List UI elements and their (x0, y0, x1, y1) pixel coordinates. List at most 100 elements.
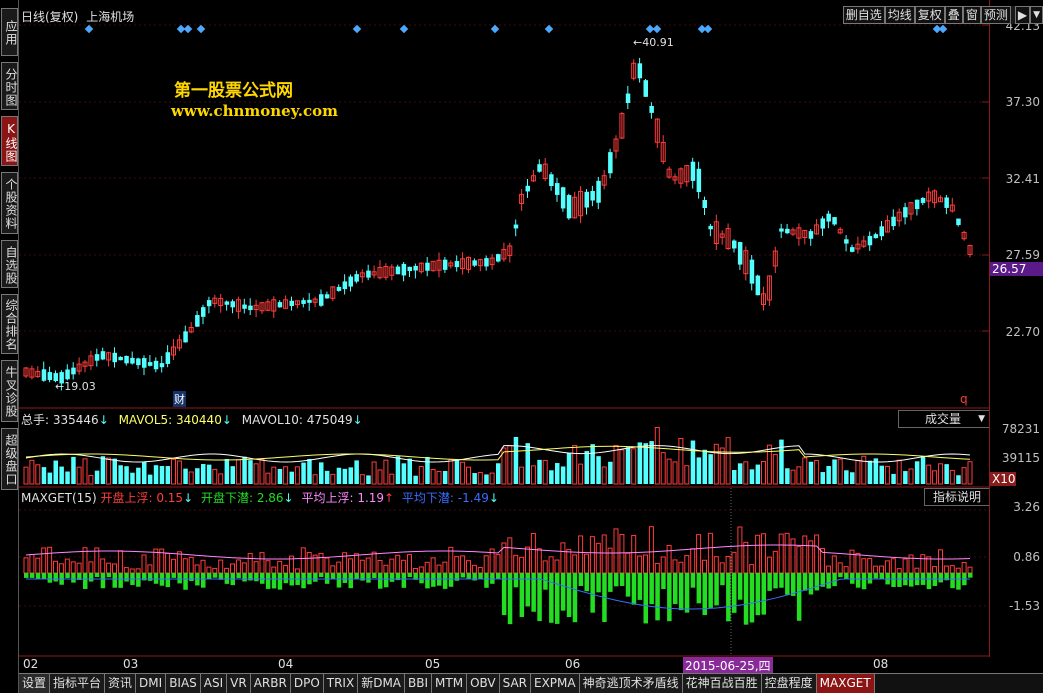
indicator-tab[interactable]: SAR (499, 674, 531, 693)
candle-body (136, 358, 141, 366)
remove-watchlist-button[interactable]: 删自选 (842, 6, 885, 24)
indicator-up-bar (235, 559, 241, 574)
indicator-up-bar (395, 554, 401, 574)
indicator-tab[interactable]: ASI (200, 674, 228, 693)
indicator-down-bar (71, 573, 76, 583)
indicator-down-bar (177, 573, 182, 584)
candle-body (41, 369, 47, 381)
indicator-up-bar (359, 559, 365, 574)
volume-bar (472, 473, 477, 484)
ma-button[interactable]: 均线 (884, 6, 915, 24)
volume-bar (779, 439, 784, 484)
play-arrow-icon[interactable]: ▶ (1014, 6, 1031, 24)
indicator-up-bar (896, 568, 902, 574)
indicator-up-bar (814, 534, 820, 574)
tab-ranking[interactable]: 综合排名 (1, 294, 18, 354)
indicator-down-bar (619, 573, 625, 586)
watermark-title: 第一股票公式网 (174, 81, 293, 101)
finance-marker[interactable]: 财 (173, 391, 186, 407)
indicator-down-bar (41, 573, 47, 580)
adjust-button[interactable]: 复权 (914, 6, 945, 24)
indicator-tab[interactable]: 花神百战百胜 (682, 674, 762, 693)
indicator-up-bar (796, 546, 802, 574)
indicator-tab[interactable]: MAXGET (816, 674, 875, 693)
candle-body (71, 367, 76, 375)
indicator-tab[interactable]: 指标平台 (50, 674, 106, 693)
volume-bar (277, 468, 283, 484)
indicator-down-bar (65, 573, 70, 579)
indicator-tab[interactable]: 设置 (19, 674, 51, 693)
tab-apps[interactable]: 应用 (1, 8, 18, 56)
indicator-tab[interactable]: VR (227, 674, 251, 693)
indicator-tab[interactable]: OBV (467, 674, 500, 693)
indicator-up-bar (731, 551, 737, 574)
tab-diagnose[interactable]: 牛叉诊股 (1, 360, 18, 422)
chevron-down-icon[interactable]: ▼ (1030, 6, 1043, 24)
volume-bar (413, 475, 418, 484)
indicator-up-bar (955, 567, 961, 574)
indicator-tab[interactable]: MTM (432, 674, 468, 693)
event-diamond (399, 24, 409, 34)
indicator-tab[interactable]: BBI (405, 674, 433, 693)
indicator-header: MAXGET(15) 开盘上浮: 0.15↓ 开盘下潜: 2.86↓ 平均上浮:… (21, 491, 499, 505)
indicator-tab[interactable]: DMI (136, 674, 167, 693)
indicator-help-button[interactable]: 指标说明 (924, 488, 990, 506)
candle-body (342, 281, 348, 290)
tab-stock-info[interactable]: 个股资料 (1, 172, 18, 234)
tab-intraday[interactable]: 分时图 (1, 62, 18, 110)
volume-bar (766, 444, 772, 485)
tab-kline[interactable]: K线图 (1, 116, 18, 166)
indicator-up-bar (218, 559, 224, 574)
indicator-up-bar (212, 567, 218, 574)
candle-body (112, 352, 117, 363)
indicator-down-bar (673, 573, 678, 605)
tab-watchlist[interactable]: 自选股 (1, 240, 18, 288)
indicator-down-bar (212, 573, 218, 578)
candle-body (206, 300, 212, 307)
volume-bar (29, 459, 35, 485)
indicator-up-bar (324, 557, 330, 574)
indicator-down-bar (83, 573, 88, 589)
indicator-down-bar (301, 573, 306, 589)
indicator-tab[interactable]: DPO (290, 674, 324, 693)
tab-level2[interactable]: 超级盘口 (1, 428, 18, 490)
indicator-up-bar (76, 562, 82, 574)
indicator-tab[interactable]: 资讯 (105, 674, 137, 693)
indicator-up-bar (182, 558, 188, 574)
indicator-down-bar (844, 573, 849, 579)
candle-body (289, 300, 294, 306)
indicator-down-bar (277, 573, 283, 590)
candle-body (183, 331, 188, 343)
indicator-tab[interactable]: BIAS (166, 674, 201, 693)
indicator-up-bar (336, 561, 342, 574)
indicator-down-bar (118, 573, 123, 588)
indicator-down-bar (879, 573, 884, 580)
indicator-down-bar (773, 573, 778, 589)
forecast-button[interactable]: 预测 (980, 6, 1011, 24)
indicator-tab[interactable]: ARBR (250, 674, 291, 693)
indicator-tab[interactable]: 新DMA (358, 674, 406, 693)
q-marker[interactable]: q (960, 392, 968, 406)
candle-body (867, 235, 873, 246)
indicator-tab[interactable]: 控盘程度 (761, 674, 817, 693)
indicator-tab[interactable]: TRIX (323, 674, 359, 693)
kline-chart-svg[interactable] (19, 0, 989, 657)
volume-bar (389, 473, 395, 485)
indicator-tab[interactable]: EXPMA (531, 674, 580, 693)
chart-area[interactable]: 日线(复权) 上海机场 第一股票公式网 www.chnmoney.com ←40… (19, 0, 990, 674)
indicator-down-bar (684, 573, 690, 613)
indicator-down-bar (484, 573, 489, 588)
window-button[interactable]: 窗 (962, 6, 981, 24)
volume-bar (844, 470, 849, 484)
volume-bar (489, 472, 495, 485)
month-label: 04 (278, 657, 294, 671)
indicator-down-bar (519, 573, 525, 617)
price-tick: 37.30 (1005, 95, 1040, 109)
indicator-selector[interactable]: 成交量 ▼ (898, 410, 990, 428)
indicator-tab[interactable]: 神奇逃顶术矛盾线 (579, 674, 683, 693)
volume-bar (555, 463, 560, 484)
indicator-up-bar (47, 546, 53, 574)
overlay-button[interactable]: 叠 (944, 6, 963, 24)
indicator-down-bar (785, 573, 790, 595)
indicator-down-bar (378, 573, 383, 589)
